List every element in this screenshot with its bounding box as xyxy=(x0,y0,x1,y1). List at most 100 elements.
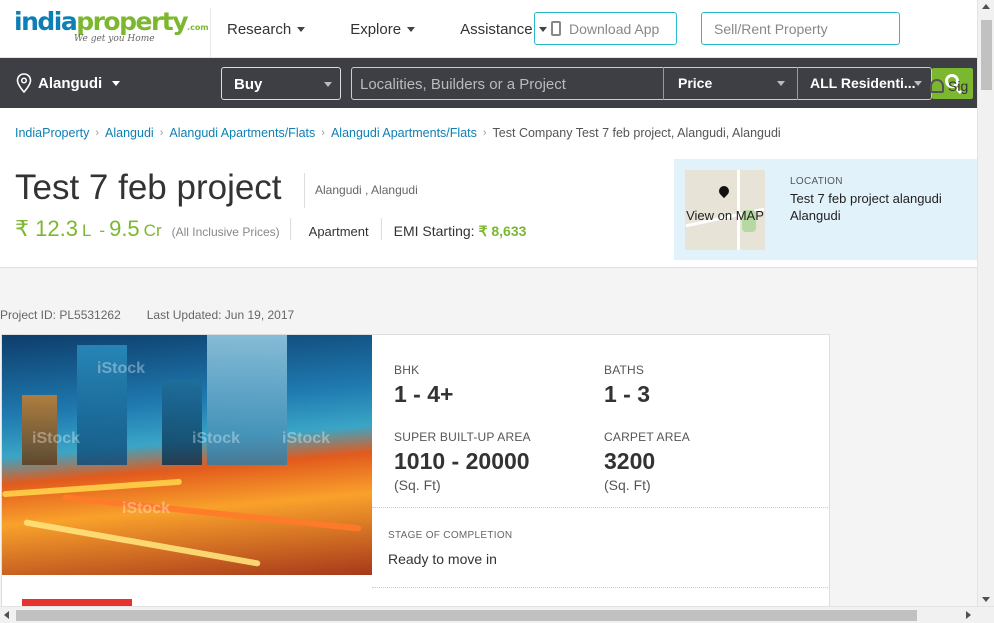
signin-label: Sig xyxy=(948,78,969,94)
stage-label: STAGE OF COMPLETION xyxy=(388,530,513,541)
breadcrumb-city[interactable]: Alangudi xyxy=(105,126,154,140)
buy-rent-value: Buy xyxy=(234,76,263,93)
breadcrumb-current: Test Company Test 7 feb project, Alangud… xyxy=(492,126,781,140)
price-dash: - xyxy=(99,221,106,240)
carpet-value: 3200 xyxy=(604,448,656,474)
photo-watermark: iStock xyxy=(122,500,171,517)
project-location: Alangudi , Alangudi xyxy=(315,183,418,197)
scrollbar-thumb[interactable] xyxy=(981,20,992,90)
last-updated: Last Updated: Jun 19, 2017 xyxy=(146,308,295,322)
breadcrumb-category[interactable]: Alangudi Apartments/Flats xyxy=(169,126,315,140)
divider xyxy=(372,587,829,588)
spec-super-builtup-area: SUPER BUILT-UP AREA 1010 - 20000 (Sq. Ft… xyxy=(394,430,531,493)
breadcrumb-separator-icon: › xyxy=(321,127,325,139)
spec-carpet-area: CARPET AREA 3200 (Sq. Ft) xyxy=(604,430,690,493)
property-type-value: ALL Residenti... xyxy=(810,75,916,91)
breadcrumb-subcategory[interactable]: Alangudi Apartments/Flats xyxy=(331,126,477,140)
stage-of-completion: STAGE OF COMPLETION Ready to move in xyxy=(388,530,512,567)
title-divider xyxy=(304,173,305,208)
project-details-card: iStock iStock iStock iStock iStock BHK 1… xyxy=(1,334,830,614)
photo-watermark: iStock xyxy=(97,360,146,377)
download-app-label: Download App xyxy=(569,21,660,37)
search-bar: Alangudi Buy Localities, Builders or a P… xyxy=(0,58,977,108)
chevron-down-icon xyxy=(777,81,785,86)
photo-watermark: iStock xyxy=(32,430,81,447)
project-photo[interactable]: iStock iStock iStock iStock iStock xyxy=(2,335,372,575)
sba-value: 1010 - 20000 xyxy=(394,448,530,474)
horizontal-scrollbar[interactable] xyxy=(0,606,994,623)
photo-light-streak xyxy=(2,478,182,498)
divider xyxy=(380,218,382,240)
photo-watermark: iStock xyxy=(282,430,331,447)
vertical-scrollbar[interactable] xyxy=(977,0,994,606)
city-selector[interactable]: Alangudi xyxy=(16,58,121,108)
price-from-unit: L xyxy=(81,221,92,240)
chevron-down-icon xyxy=(324,82,332,87)
menu-explore-label: Explore xyxy=(350,20,402,38)
price-to-unit: Cr xyxy=(143,221,162,240)
logo-suffix: .com xyxy=(187,23,209,32)
menu-assistance-label: Assistance xyxy=(460,20,533,38)
signin-link[interactable]: Sig xyxy=(930,78,968,94)
scroll-right-icon[interactable] xyxy=(966,611,971,619)
divider xyxy=(289,218,291,240)
sba-label: SUPER BUILT-UP AREA xyxy=(394,430,531,444)
scrollbar-thumb[interactable] xyxy=(16,610,917,621)
property-type: Apartment xyxy=(308,224,369,239)
bhk-label: BHK xyxy=(394,363,420,377)
map-pin-icon xyxy=(716,183,732,199)
location-pin-icon xyxy=(16,73,32,93)
price-row: ₹ 12.3 L - 9.5 Cr (All Inclusive Prices)… xyxy=(15,216,526,242)
divider xyxy=(372,507,829,508)
emi-label: EMI Starting: xyxy=(393,223,475,239)
emi-value: ₹ 8,633 xyxy=(478,223,527,239)
bhk-value: 1 - 4+ xyxy=(394,381,454,407)
menu-research[interactable]: Research xyxy=(227,20,306,38)
phone-icon xyxy=(551,21,561,36)
price-to: 9.5 xyxy=(109,216,140,241)
spec-baths: BATHS 1 - 3 xyxy=(604,363,650,408)
buy-rent-select[interactable]: Buy xyxy=(221,67,341,100)
photo-watermark: iStock xyxy=(192,430,241,447)
chevron-down-icon xyxy=(407,26,416,32)
price-label: Price xyxy=(678,75,713,91)
search-placeholder: Localities, Builders or a Project xyxy=(360,76,566,93)
sell-rent-label: Sell/Rent Property xyxy=(714,21,828,37)
view-on-map-button[interactable]: View on MAP xyxy=(685,170,765,250)
location-label: LOCATION xyxy=(790,176,843,187)
site-logo[interactable]: indiaproperty.com We get you Home xyxy=(14,8,211,58)
project-specs: BHK 1 - 4+ BATHS 1 - 3 SUPER BUILT-UP AR… xyxy=(372,335,829,507)
property-type-select[interactable]: ALL Residenti... xyxy=(797,67,930,100)
breadcrumb-home[interactable]: IndiaProperty xyxy=(15,126,89,140)
menu-research-label: Research xyxy=(227,20,292,38)
chevron-down-icon xyxy=(112,80,121,86)
download-app-link[interactable]: Download App xyxy=(534,12,677,45)
chevron-down-icon xyxy=(914,81,922,86)
sba-unit: (Sq. Ft) xyxy=(394,477,441,493)
price-select[interactable]: Price xyxy=(663,67,797,100)
breadcrumb: IndiaProperty › Alangudi › Alangudi Apar… xyxy=(15,126,781,140)
scroll-up-icon[interactable] xyxy=(982,4,990,9)
baths-label: BATHS xyxy=(604,363,645,377)
location-box: View on MAP LOCATION Test 7 feb project … xyxy=(674,159,977,260)
breadcrumb-separator-icon: › xyxy=(482,127,487,139)
stage-value: Ready to move in xyxy=(388,551,497,567)
user-icon xyxy=(930,79,944,93)
photo-building xyxy=(162,380,202,465)
scroll-left-icon[interactable] xyxy=(4,611,9,619)
city-name: Alangudi xyxy=(38,74,103,92)
price-from: ₹ 12.3 xyxy=(15,216,78,241)
menu-explore[interactable]: Explore xyxy=(350,20,416,38)
chevron-down-icon xyxy=(297,26,306,32)
photo-light-streak xyxy=(62,494,362,532)
project-id: Project ID: PL5531262 xyxy=(0,308,121,322)
project-meta: Project ID: PL5531262 Last Updated: Jun 1… xyxy=(0,308,294,322)
breadcrumb-separator-icon: › xyxy=(95,127,100,139)
location-value: Test 7 feb project alangudi Alangudi xyxy=(790,191,942,223)
baths-value: 1 - 3 xyxy=(604,381,651,407)
sell-rent-property-link[interactable]: Sell/Rent Property xyxy=(701,12,900,45)
price-note: (All Inclusive Prices) xyxy=(171,225,280,239)
carpet-unit: (Sq. Ft) xyxy=(604,477,651,493)
scroll-down-icon[interactable] xyxy=(982,597,990,602)
carpet-label: CARPET AREA xyxy=(604,430,691,444)
